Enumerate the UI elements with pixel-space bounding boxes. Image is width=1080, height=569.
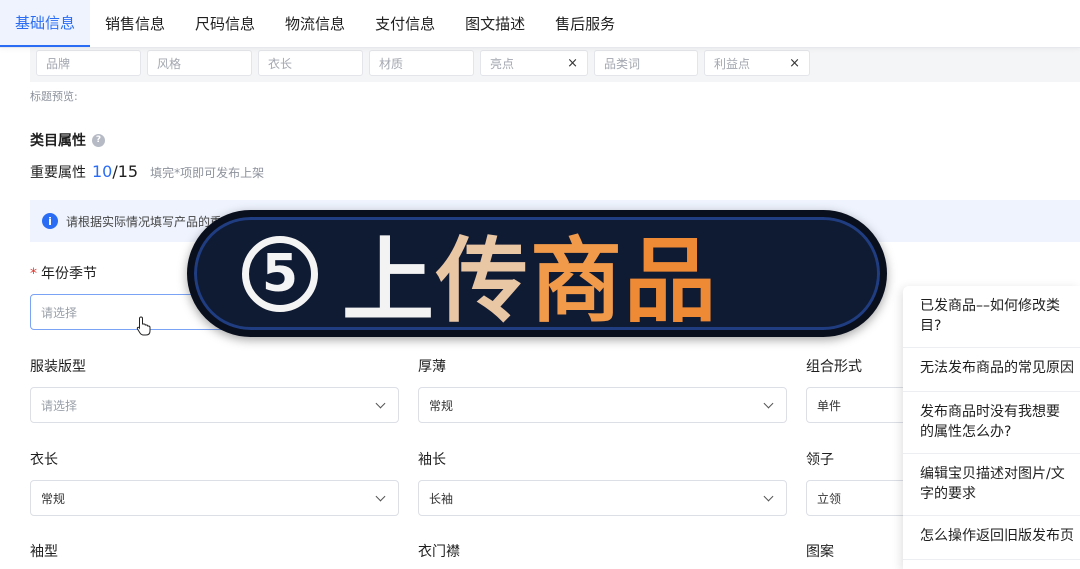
combination-select[interactable]: 单件 — [806, 387, 916, 423]
tab-after-sales[interactable]: 售后服务 — [540, 0, 630, 47]
pattern-label: 图案 — [806, 544, 834, 560]
tab-logistics-info[interactable]: 物流信息 — [270, 0, 360, 47]
highlight-placeholder: 亮点 — [490, 56, 515, 71]
sleeve-type-label: 袖型 — [30, 544, 58, 560]
tab-size-info[interactable]: 尺码信息 — [180, 0, 270, 47]
important-attributes: 重要属性 10 /15 填完*项即可发布上架 — [30, 162, 264, 182]
tab-sales-info[interactable]: 销售信息 — [90, 0, 180, 47]
style-placeholder: 风格 — [157, 56, 182, 71]
clothing-fit-placeholder: 请选择 — [41, 398, 78, 413]
sleeve-length-label: 袖长 — [418, 452, 446, 468]
thickness-value: 常规 — [429, 398, 454, 413]
top-tab-bar: 基础信息 销售信息 尺码信息 物流信息 支付信息 图文描述 售后服务 — [0, 0, 1080, 48]
sleeve-length-select[interactable]: 长袖 — [418, 480, 787, 516]
collar-value: 立领 — [817, 491, 842, 506]
clear-benefit-icon[interactable]: × — [789, 56, 800, 71]
brand-placeholder: 品牌 — [46, 56, 71, 71]
help-item-description-requirements[interactable]: 编辑宝贝描述对图片/文字的要求 — [903, 454, 1080, 516]
help-panel: 已发商品––如何修改类目? 无法发布商品的常见原因 发布商品时没有我想要的属性怎… — [903, 286, 1080, 569]
sleeve-length-value: 长袖 — [429, 491, 454, 506]
garment-length-label: 衣长 — [30, 452, 58, 468]
tab-image-description[interactable]: 图文描述 — [450, 0, 540, 47]
info-icon: i — [42, 213, 58, 229]
clothing-fit-label: 服装版型 — [30, 359, 86, 375]
clothing-fit-select[interactable]: 请选择 — [30, 387, 399, 423]
highlight-input[interactable]: 亮点 × — [480, 50, 588, 76]
banner-char: 传 — [436, 228, 531, 335]
important-done-count: 10 — [92, 162, 113, 181]
year-season-label: * 年份季节 — [30, 263, 97, 283]
chevron-down-icon — [375, 491, 386, 501]
info-notice-text: 请根据实际情况填写产品的重 — [66, 214, 223, 229]
tab-payment-info[interactable]: 支付信息 — [360, 0, 450, 47]
year-season-label-text: 年份季节 — [41, 266, 97, 282]
important-hint: 填完*项即可发布上架 — [150, 166, 265, 180]
help-icon[interactable]: ? — [92, 133, 105, 147]
help-item-missing-attribute[interactable]: 发布商品时没有我想要的属性怎么办? — [903, 392, 1080, 454]
banner-char: 商 — [530, 228, 625, 335]
style-input[interactable]: 风格 — [147, 50, 252, 76]
benefit-placeholder: 利益点 — [714, 56, 751, 71]
tab-basic-info[interactable]: 基础信息 — [0, 0, 91, 47]
category-attributes-title: 类目属性 ? — [30, 130, 105, 150]
clear-highlight-icon[interactable]: × — [567, 56, 578, 71]
thickness-label: 厚薄 — [418, 359, 446, 375]
important-total-count: /15 — [112, 162, 139, 181]
collar-select[interactable]: 立领 — [806, 480, 916, 516]
help-item-modify-category[interactable]: 已发商品––如何修改类目? — [903, 286, 1080, 348]
garment-length-value: 常规 — [41, 491, 66, 506]
title-preview-label: 标题预览: — [30, 90, 78, 103]
help-item-publish-failure[interactable]: 无法发布商品的常见原因 — [903, 348, 1080, 392]
banner-char: 上 — [342, 228, 437, 335]
thickness-select[interactable]: 常规 — [418, 387, 787, 423]
hand-cursor-icon — [136, 316, 151, 336]
category-word-input[interactable]: 品类词 — [594, 50, 698, 76]
important-attributes-label: 重要属性 — [30, 165, 86, 181]
length-placeholder: 衣长 — [268, 56, 293, 71]
garment-length-select[interactable]: 常规 — [30, 480, 399, 516]
required-mark: * — [30, 266, 37, 282]
chevron-down-icon — [763, 491, 774, 501]
benefit-input[interactable]: 利益点 × — [704, 50, 810, 76]
step-number-badge: 5 — [242, 235, 318, 312]
chevron-down-icon — [375, 398, 386, 408]
year-season-placeholder: 请选择 — [41, 305, 78, 320]
placket-label: 衣门襟 — [418, 544, 460, 560]
material-placeholder: 材质 — [379, 56, 404, 71]
collar-label: 领子 — [806, 452, 834, 468]
category-word-placeholder: 品类词 — [604, 56, 641, 71]
banner-title: 上 传 商 品 — [342, 207, 718, 340]
length-input[interactable]: 衣长 — [258, 50, 363, 76]
combination-label: 组合形式 — [806, 359, 862, 375]
material-input[interactable]: 材质 — [369, 50, 474, 76]
help-item-return-old-version[interactable]: 怎么操作返回旧版发布页 — [903, 516, 1080, 560]
chevron-down-icon — [763, 398, 774, 408]
combination-value: 单件 — [817, 398, 842, 413]
category-attributes-heading: 类目属性 — [30, 133, 86, 149]
banner-char: 品 — [624, 228, 719, 335]
brand-input[interactable]: 品牌 — [36, 50, 141, 76]
upload-product-banner: 5 上 传 商 品 — [187, 210, 887, 337]
